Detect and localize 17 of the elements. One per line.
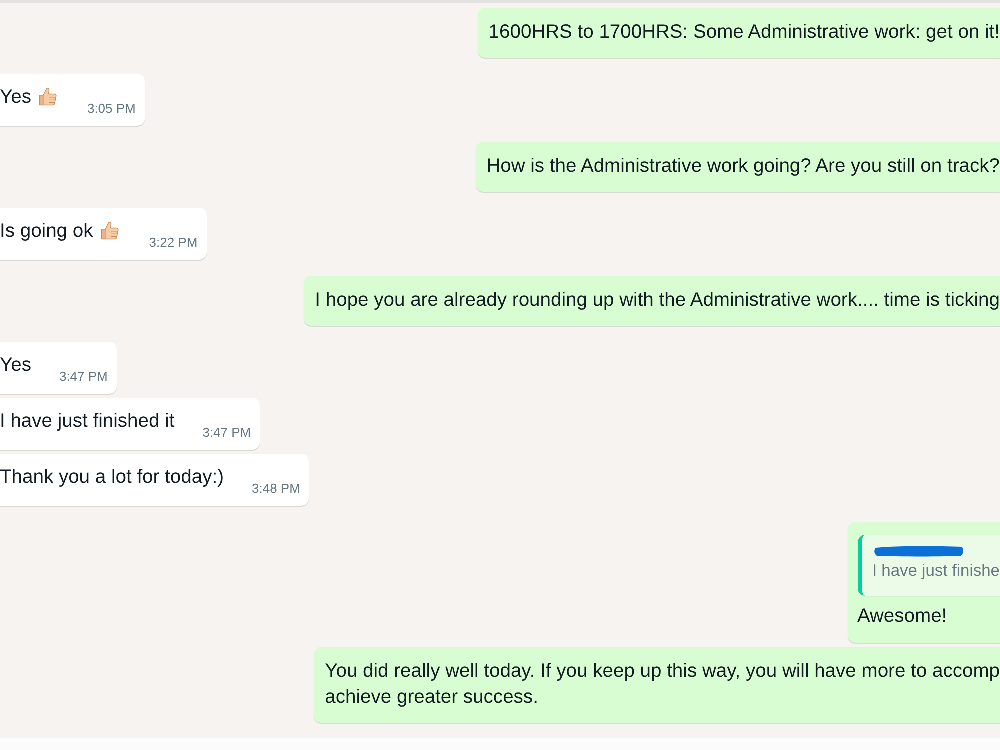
message-text: You did really well today. If you keep up this way, you will have more to accomp achieve greater success. [325, 660, 1000, 710]
message-time: 3:47 PM [59, 369, 108, 385]
message-text: I hope you are already rounding up with the Administrative work.... time is ticking [315, 289, 1000, 313]
message-text: Is going ok [0, 220, 94, 244]
message-text: Awesome! [858, 605, 948, 629]
message-text: Thank you a lot for today:) [0, 466, 224, 490]
message-time: 3:22 PM [149, 235, 198, 251]
message-time: 3:47 PM [202, 425, 252, 441]
message-text: How is the Administrative work going? Are you still on track? [486, 155, 1000, 179]
quoted-text: I have just finishe [872, 561, 1000, 582]
message-text: Yes [0, 86, 32, 110]
message-time: 3:05 PM [87, 101, 136, 117]
message-text: I have just finished it [0, 410, 175, 434]
message-text: 1600HRS to 1700HRS: Some Administrative work: get on it! [488, 21, 1000, 45]
quoted-message[interactable]: I have just finishe [858, 535, 1000, 596]
message-time: 3:48 PM [252, 481, 300, 497]
message-text: Yes [0, 354, 32, 378]
